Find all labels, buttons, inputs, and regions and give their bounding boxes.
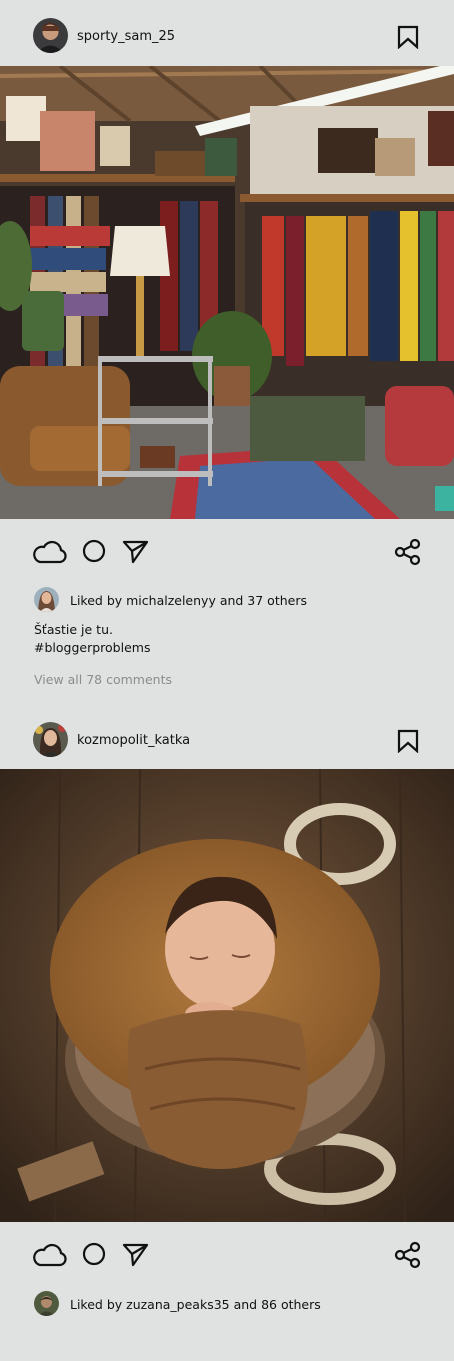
- username[interactable]: sporty_sam_25: [77, 29, 175, 44]
- likes-row: Liked by michalzelenyy and 37 others: [0, 585, 454, 615]
- avatar[interactable]: [33, 722, 68, 757]
- avatar[interactable]: [33, 18, 68, 53]
- post-photo[interactable]: [0, 66, 454, 519]
- post-photo[interactable]: [0, 769, 454, 1222]
- post: kozmopolit_katka Liked by zuzana_peaks35…: [0, 705, 454, 1361]
- vintage-shop-photo: [0, 66, 454, 519]
- view-comments-link[interactable]: View all 78 comments: [34, 672, 172, 687]
- newborn-photo: [0, 769, 454, 1222]
- post-actions: [0, 1224, 454, 1284]
- share-icon[interactable]: [393, 1241, 429, 1269]
- send-icon[interactable]: [120, 1241, 156, 1269]
- bookmark-icon[interactable]: [396, 25, 420, 50]
- cloud-icon[interactable]: [32, 538, 68, 566]
- avatar[interactable]: [34, 1291, 59, 1316]
- caption-text: Šťastie je tu.: [34, 622, 113, 637]
- post-header: kozmopolit_katka: [0, 705, 454, 769]
- liked-by-text[interactable]: Liked by michalzelenyy and 37 others: [70, 593, 307, 608]
- cloud-icon[interactable]: [32, 1241, 68, 1269]
- likes-row: Liked by zuzana_peaks35 and 86 others: [0, 1289, 454, 1319]
- share-icon[interactable]: [393, 538, 429, 566]
- username[interactable]: kozmopolit_katka: [77, 733, 190, 748]
- avatar[interactable]: [34, 587, 59, 612]
- comment-icon[interactable]: [80, 1241, 116, 1269]
- send-icon[interactable]: [120, 538, 156, 566]
- bookmark-icon[interactable]: [396, 729, 420, 754]
- hashtag[interactable]: #bloggerproblems: [34, 639, 150, 657]
- caption: Šťastie je tu. #bloggerproblems: [34, 621, 150, 657]
- liked-by-text[interactable]: Liked by zuzana_peaks35 and 86 others: [70, 1297, 321, 1312]
- post-header: sporty_sam_25: [0, 0, 454, 66]
- post: sporty_sam_25 Liked by michalzelenyy and…: [0, 0, 454, 705]
- post-actions: [0, 521, 454, 581]
- comment-icon[interactable]: [80, 538, 116, 566]
